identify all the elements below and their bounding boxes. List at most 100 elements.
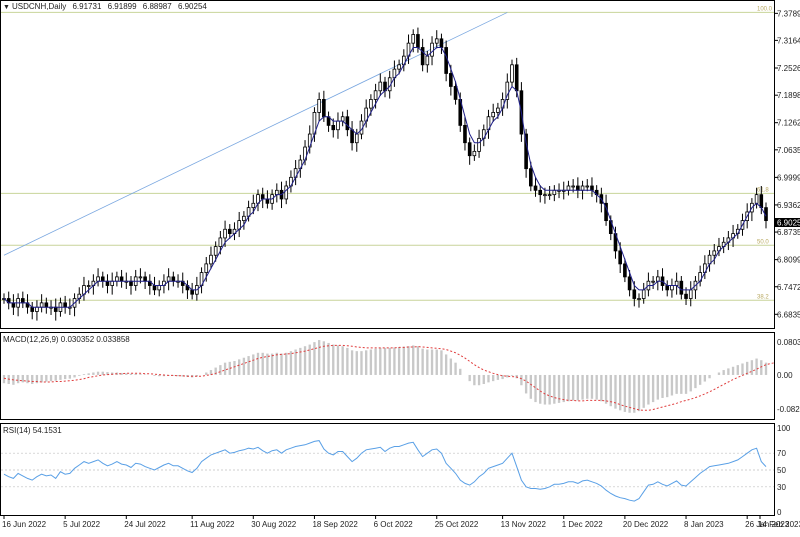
candle-body bbox=[44, 302, 49, 308]
rsi-tick-label: 50 bbox=[777, 466, 786, 475]
time-tick-label: 24 Jul 2022 bbox=[124, 520, 166, 529]
candle-body bbox=[510, 64, 514, 83]
candle-body bbox=[11, 302, 16, 308]
price-tick-label: 6.99990 bbox=[777, 173, 800, 182]
candle-body bbox=[585, 185, 590, 188]
candle-body bbox=[571, 185, 575, 188]
usdcnh-chart[interactable]: 100.0 61.8 50.0 38.2 ▼ USDCNH,Daily 6.91731… bbox=[0, 0, 800, 532]
candle-body bbox=[712, 250, 717, 256]
candle-body bbox=[576, 185, 580, 191]
candle-body bbox=[260, 194, 265, 200]
candle-body bbox=[759, 194, 764, 209]
price-tick-label: 6.93625 bbox=[777, 201, 800, 210]
candle-body bbox=[242, 215, 246, 222]
candle-body bbox=[627, 276, 632, 291]
candle-body bbox=[152, 285, 157, 291]
candle-body bbox=[209, 254, 213, 265]
candle-body bbox=[227, 228, 232, 235]
candle-body bbox=[223, 228, 227, 239]
candle-body bbox=[463, 124, 467, 144]
macd-tick-label: 0.080366 bbox=[777, 338, 800, 347]
time-axis: 16 Jun 2022 5 Jul 2022 24 Jul 2022 11 Aug 2… bbox=[2, 515, 800, 529]
candle-body bbox=[467, 142, 472, 157]
candle-body bbox=[204, 263, 209, 273]
current-price-value: 6.90254 bbox=[777, 219, 800, 228]
close-value: 6.90254 bbox=[178, 2, 207, 11]
candle-body bbox=[218, 237, 223, 247]
candle-body bbox=[416, 34, 420, 48]
candle-body bbox=[115, 276, 119, 282]
price-tick-label: 7.31645 bbox=[777, 36, 800, 45]
candle-body bbox=[590, 185, 594, 191]
price-tick-label: 7.06355 bbox=[777, 146, 800, 155]
candle-body bbox=[552, 189, 557, 196]
candle-body bbox=[623, 263, 627, 278]
candle-body bbox=[637, 298, 641, 300]
chart-canvas[interactable]: 100.0 61.8 50.0 38.2 ▼ USDCNH,Daily 6.91731… bbox=[0, 0, 800, 532]
candle-body bbox=[688, 289, 693, 299]
candle-body bbox=[580, 185, 585, 191]
candle-body bbox=[444, 47, 448, 74]
candle-body bbox=[138, 276, 143, 279]
time-tick-label: 8 Jan 2023 bbox=[684, 520, 724, 529]
candle-body bbox=[538, 189, 543, 196]
candle-body bbox=[190, 289, 194, 295]
candle-body bbox=[369, 99, 373, 109]
time-tick-label: 1 Dec 2022 bbox=[562, 520, 603, 529]
rsi-tick-label: 0 bbox=[777, 508, 782, 517]
price-axis: 7.37890 7.31645 7.25260 7.18980 7.12625 7.063… bbox=[774, 9, 800, 319]
chart-menu-icon[interactable]: ▼ bbox=[3, 4, 10, 11]
symbol-label: USDCNH,Daily 6.91731 6.91899 6.88987 6.9… bbox=[12, 2, 207, 11]
candle-body bbox=[533, 185, 538, 191]
candle-body bbox=[35, 306, 39, 312]
candle-body bbox=[39, 302, 44, 308]
candle-body bbox=[265, 198, 270, 204]
candle-body bbox=[336, 120, 340, 131]
candle-body bbox=[251, 202, 256, 209]
rsi-tick-label: 70 bbox=[777, 449, 786, 458]
macd-label: MACD(12,26,9) 0.030352 0.033858 bbox=[3, 335, 130, 344]
time-tick-label: 20 Dec 2022 bbox=[623, 520, 669, 529]
candle-body bbox=[420, 47, 425, 66]
candle-body bbox=[453, 86, 458, 100]
candle-body bbox=[322, 99, 326, 118]
candle-body bbox=[166, 276, 171, 282]
price-tick-label: 6.87355 bbox=[777, 228, 800, 237]
candle-body bbox=[679, 280, 684, 295]
candle-body bbox=[30, 306, 35, 312]
candle-body bbox=[397, 64, 401, 70]
candle-body bbox=[547, 194, 552, 197]
candle-body bbox=[63, 302, 67, 308]
time-tick-label: 30 Aug 2022 bbox=[251, 520, 296, 529]
time-tick-label: 13 Nov 2022 bbox=[501, 520, 547, 529]
candle-body bbox=[411, 34, 416, 44]
time-tick-label: 6 Oct 2022 bbox=[374, 520, 414, 529]
candle-body bbox=[157, 285, 162, 291]
candle-body bbox=[354, 133, 359, 144]
candle-body bbox=[430, 42, 434, 57]
price-tick-label: 6.68355 bbox=[777, 310, 800, 319]
fib-label: 38.2 bbox=[757, 294, 769, 300]
time-tick-label: 25 Oct 2022 bbox=[435, 520, 479, 529]
candle-body bbox=[86, 285, 91, 287]
rsi-label: RSI(14) 54.1531 bbox=[3, 426, 62, 435]
candle-body bbox=[477, 137, 481, 152]
candle-body bbox=[651, 280, 655, 283]
high-value: 6.91899 bbox=[108, 2, 137, 11]
time-tick-label: 14 Feb 2023 bbox=[758, 520, 800, 529]
time-tick-label: 11 Aug 2022 bbox=[190, 520, 235, 529]
symbol: USDCNH,Daily bbox=[12, 2, 66, 11]
time-tick-label: 18 Sep 2022 bbox=[312, 520, 358, 529]
price-tick-label: 7.37890 bbox=[777, 9, 800, 18]
fib-label: 100.0 bbox=[757, 6, 773, 12]
current-price-tag: 6.90254 bbox=[775, 218, 800, 228]
candle-body bbox=[21, 298, 25, 304]
fib-label: 50.0 bbox=[757, 239, 769, 245]
candle-body bbox=[350, 129, 354, 144]
candle-body bbox=[472, 150, 477, 157]
price-tick-label: 7.25260 bbox=[777, 64, 800, 73]
candle-body bbox=[514, 64, 519, 92]
candle-body bbox=[632, 289, 637, 299]
candle-body bbox=[110, 280, 114, 286]
candle-body bbox=[543, 194, 547, 197]
